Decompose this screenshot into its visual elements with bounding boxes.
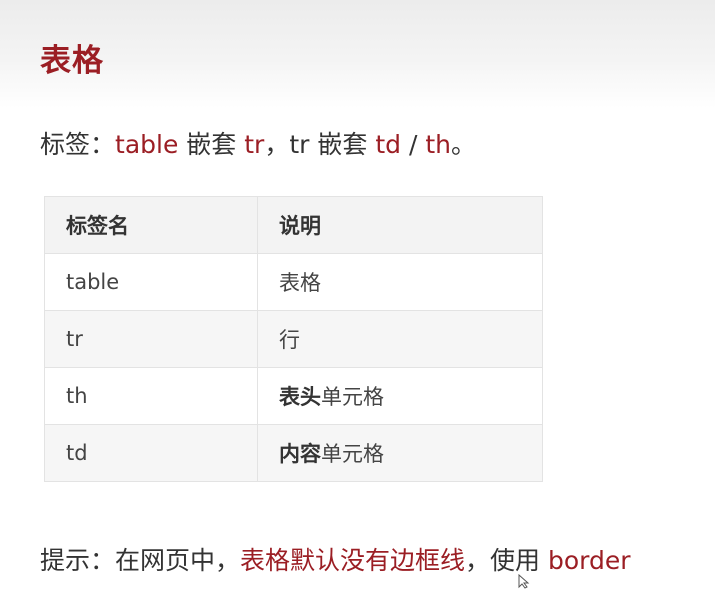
description-text: 单元格 — [321, 385, 384, 409]
description-bold: 内容 — [279, 442, 321, 466]
table-row: tr 行 — [44, 310, 543, 368]
tag-name-cell: th — [44, 367, 258, 425]
description-text: 行 — [279, 328, 300, 352]
tip-middle: ，使用 — [465, 546, 548, 575]
tip-highlight: 表格默认没有边框线 — [240, 546, 466, 575]
table-row: th 表头单元格 — [44, 367, 543, 425]
intro-text-nest: 嵌套 — [178, 130, 245, 159]
table-row: table 表格 — [44, 253, 543, 311]
table-header-row: 标签名 说明 — [44, 196, 543, 254]
tip-prefix: 提示：在网页中， — [40, 546, 241, 575]
intro-prefix: 标签： — [40, 130, 116, 159]
intro-period: 。 — [451, 130, 477, 159]
column-header-tag-name: 标签名 — [44, 196, 258, 254]
table-row: td 内容单元格 — [44, 424, 543, 482]
title-band — [0, 0, 715, 108]
description-bold: 表头 — [279, 385, 321, 409]
description-cell: 表格 — [257, 253, 543, 311]
description-text: 表格 — [279, 271, 321, 295]
description-cell: 表头单元格 — [257, 367, 543, 425]
intro-keyword-th: th — [425, 130, 452, 159]
column-header-description: 说明 — [257, 196, 543, 254]
intro-keyword-td: td — [375, 130, 402, 159]
description-cell: 行 — [257, 310, 543, 368]
description-text: 单元格 — [321, 442, 384, 466]
intro-keyword-tr: tr — [244, 130, 265, 159]
intro-slash: / — [401, 130, 426, 159]
intro-separator: ， — [264, 130, 290, 159]
intro-text-nest: 嵌套 — [309, 130, 376, 159]
description-cell: 内容单元格 — [257, 424, 543, 482]
page-title: 表格 — [40, 43, 104, 79]
tag-name-cell: tr — [44, 310, 258, 368]
intro-keyword-table: table — [115, 130, 179, 159]
tag-reference-table: 标签名 说明 table 表格 tr 行 th 表头单元格 td 内容单元格 — [44, 196, 543, 482]
intro-text-tr: tr — [289, 130, 310, 159]
tip-keyword-border: border — [547, 546, 631, 575]
tip-sentence: 提示：在网页中，表格默认没有边框线，使用 border — [40, 543, 631, 579]
tag-name-cell: td — [44, 424, 258, 482]
intro-sentence: 标签：table 嵌套 tr，tr 嵌套 td / th。 — [40, 127, 476, 163]
mouse-pointer-icon — [518, 574, 530, 589]
tag-name-cell: table — [44, 253, 258, 311]
